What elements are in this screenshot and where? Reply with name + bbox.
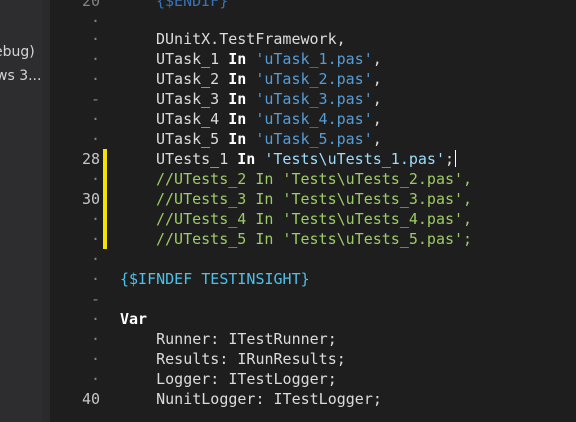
code-line: · DUnitX.TestFramework, (0, 29, 576, 49)
change-marker (103, 229, 107, 249)
change-marker (103, 209, 107, 229)
code-line: · //UTests_2 In 'Tests\uTests_2.pas', (0, 169, 576, 189)
code-line: · UTask_1 In 'uTask_1.pas', (0, 49, 576, 69)
punctuation: , (372, 130, 382, 148)
code-line: · (0, 11, 576, 31)
code-line: · Logger: ITestLogger; (0, 369, 576, 389)
code-text: NunitLogger: ITestLogger; (120, 390, 382, 408)
code-line: · Var (0, 309, 576, 329)
line-number: 40 (81, 390, 100, 408)
text-caret (455, 150, 457, 167)
comment-text: //UTests_2 In 'Tests\uTests_2.pas', (156, 170, 473, 188)
code-line: · Results: IRunResults; (0, 349, 576, 369)
comment-text: //UTests_3 In 'Tests\uTests_3.pas', (156, 190, 473, 208)
change-marker (103, 149, 107, 169)
punctuation: , (372, 110, 382, 128)
code-line: - (0, 289, 576, 309)
change-marker (103, 189, 107, 209)
unit-name: UTask_5 (156, 130, 220, 148)
punctuation: ; (445, 150, 455, 168)
code-text: Runner: ITestRunner; (120, 330, 337, 348)
string-literal: 'uTask_3.pas' (255, 90, 373, 108)
unit-name: UTask_3 (156, 90, 220, 108)
line-number: 28 (81, 150, 100, 168)
keyword-in: In (228, 130, 247, 148)
code-line: 30 //UTests_3 In 'Tests\uTests_3.pas', (0, 189, 576, 209)
keyword-in: In (228, 90, 247, 108)
line-number: · (90, 210, 100, 228)
code-line: · {$IFNDEF TESTINSIGHT} (0, 269, 576, 289)
code-line: · (0, 249, 576, 269)
line-number: · (90, 230, 100, 248)
line-number: · (90, 12, 100, 30)
keyword-in: In (237, 150, 256, 168)
line-number: - (90, 290, 100, 308)
punctuation: , (372, 50, 382, 68)
keyword-in: In (228, 110, 247, 128)
line-number: - (90, 90, 100, 108)
keyword-var: Var (120, 310, 148, 328)
code-line-active: 28 UTests_1 In 'Tests\uTests_1.pas'; (0, 149, 576, 169)
code-line: 20 {$ENDIF} (0, 0, 576, 11)
line-number: · (90, 270, 100, 288)
line-number: · (90, 50, 100, 68)
change-marker (103, 169, 107, 189)
comment-text: //UTests_4 In 'Tests\uTests_4.pas', (156, 210, 473, 228)
code-line: · //UTests_5 In 'Tests\uTests_5.pas'; (0, 229, 576, 249)
string-literal: 'uTask_5.pas' (255, 130, 373, 148)
unit-name: UTask_2 (156, 70, 220, 88)
directive-text: {$ENDIF} (156, 0, 229, 10)
code-line: · UTask_5 In 'uTask_5.pas', (0, 129, 576, 149)
code-text: Logger: ITestLogger; (120, 370, 337, 388)
comment-text: //UTests_5 In 'Tests\uTests_5.pas'; (156, 230, 473, 248)
line-number: · (90, 30, 100, 48)
string-literal: 'uTask_4.pas' (255, 110, 373, 128)
line-number: · (90, 170, 100, 188)
unit-name: UTests_1 (156, 150, 229, 168)
string-literal: 'uTask_1.pas' (255, 50, 373, 68)
line-number: · (90, 130, 100, 148)
line-number: · (90, 370, 100, 388)
line-number: · (90, 70, 100, 88)
directive-text: {$IFNDEF TESTINSIGHT} (120, 270, 310, 288)
punctuation: , (372, 70, 382, 88)
unit-name: UTask_1 (156, 50, 220, 68)
keyword-in: In (228, 50, 247, 68)
code-line: · UTask_2 In 'uTask_2.pas', (0, 69, 576, 89)
code-line: · Runner: ITestRunner; (0, 329, 576, 349)
line-number: · (90, 110, 100, 128)
code-line: - UTask_3 In 'uTask_3.pas', (0, 89, 576, 109)
code-text: DUnitX.TestFramework, (156, 30, 346, 48)
code-line: · UTask_4 In 'uTask_4.pas', (0, 109, 576, 129)
code-text: Results: IRunResults; (120, 350, 346, 368)
line-number: 30 (81, 190, 100, 208)
line-number: · (90, 310, 100, 328)
line-number: 20 (81, 0, 100, 10)
line-number: · (90, 350, 100, 368)
string-literal: 'uTask_2.pas' (255, 70, 373, 88)
keyword-in: In (228, 70, 247, 88)
line-number: · (90, 330, 100, 348)
unit-name: UTask_4 (156, 110, 220, 128)
punctuation: , (372, 90, 382, 108)
string-literal: 'Tests\uTests_1.pas' (264, 150, 445, 168)
code-line: 40 NunitLogger: ITestLogger; (0, 389, 576, 409)
line-number: · (90, 250, 100, 268)
code-line: · //UTests_4 In 'Tests\uTests_4.pas', (0, 209, 576, 229)
